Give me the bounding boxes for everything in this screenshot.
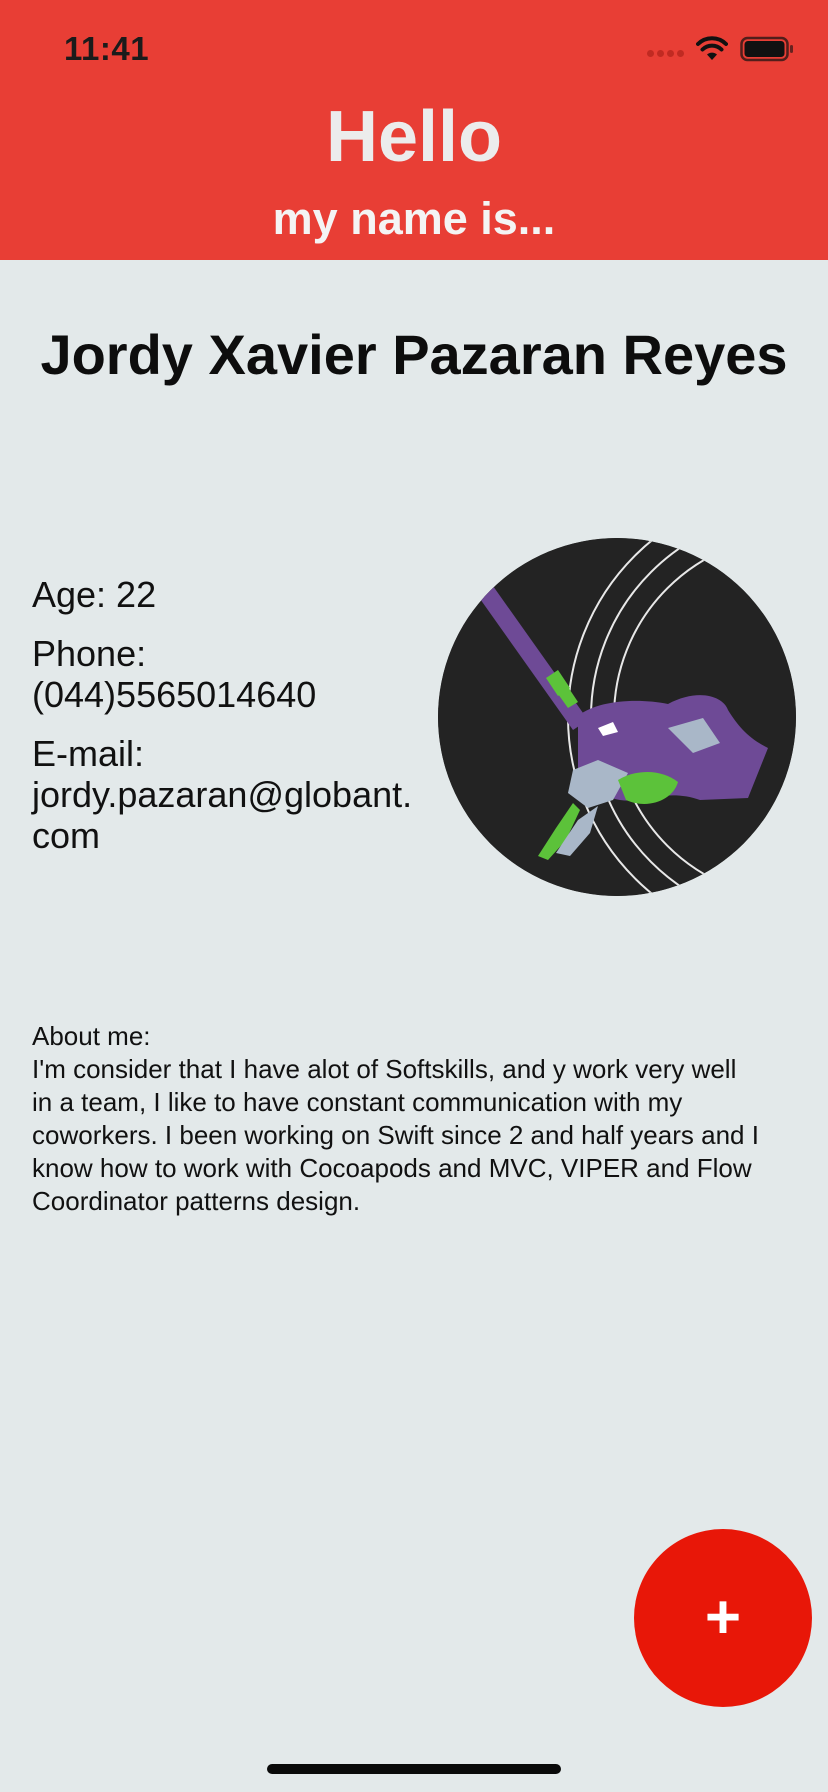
email-value-line2: com <box>32 815 101 856</box>
eva-unit-01-avatar-icon <box>438 538 796 896</box>
email-block: E-mail: jordy.pazaran@globant. com <box>32 733 432 856</box>
email-label: E-mail: <box>32 733 145 774</box>
avatar <box>438 538 796 896</box>
about-label: About me: <box>32 1021 151 1051</box>
phone-block: Phone: (044)5565014640 <box>32 633 432 715</box>
header-subtitle: my name is... <box>272 193 556 244</box>
phone-value: (044)5565014640 <box>32 674 317 715</box>
signal-icon <box>647 42 684 57</box>
about-section: About me: I'm consider that I have alot … <box>32 1020 762 1218</box>
status-time: 11:41 <box>64 30 150 67</box>
phone-label: Phone: <box>32 633 147 674</box>
add-button[interactable]: + <box>634 1529 812 1707</box>
battery-icon <box>740 36 793 62</box>
email-value-line1: jordy.pazaran@globant. <box>32 774 413 815</box>
status-icons <box>647 34 794 64</box>
screen: 11:41 Hello my name is... Jordy Xavier P… <box>0 0 828 1792</box>
profile-name: Jordy Xavier Pazaran Reyes <box>40 323 788 386</box>
header: 11:41 Hello my name is... <box>0 0 828 260</box>
about-text: I'm consider that I have alot of Softski… <box>32 1054 759 1216</box>
age-text: Age: 22 <box>32 574 157 615</box>
header-title: Hello <box>325 97 503 177</box>
home-indicator[interactable] <box>267 1764 561 1774</box>
contact-info: Age: 22 Phone: (044)5565014640 E-mail: j… <box>32 574 432 874</box>
wifi-icon <box>696 36 728 60</box>
